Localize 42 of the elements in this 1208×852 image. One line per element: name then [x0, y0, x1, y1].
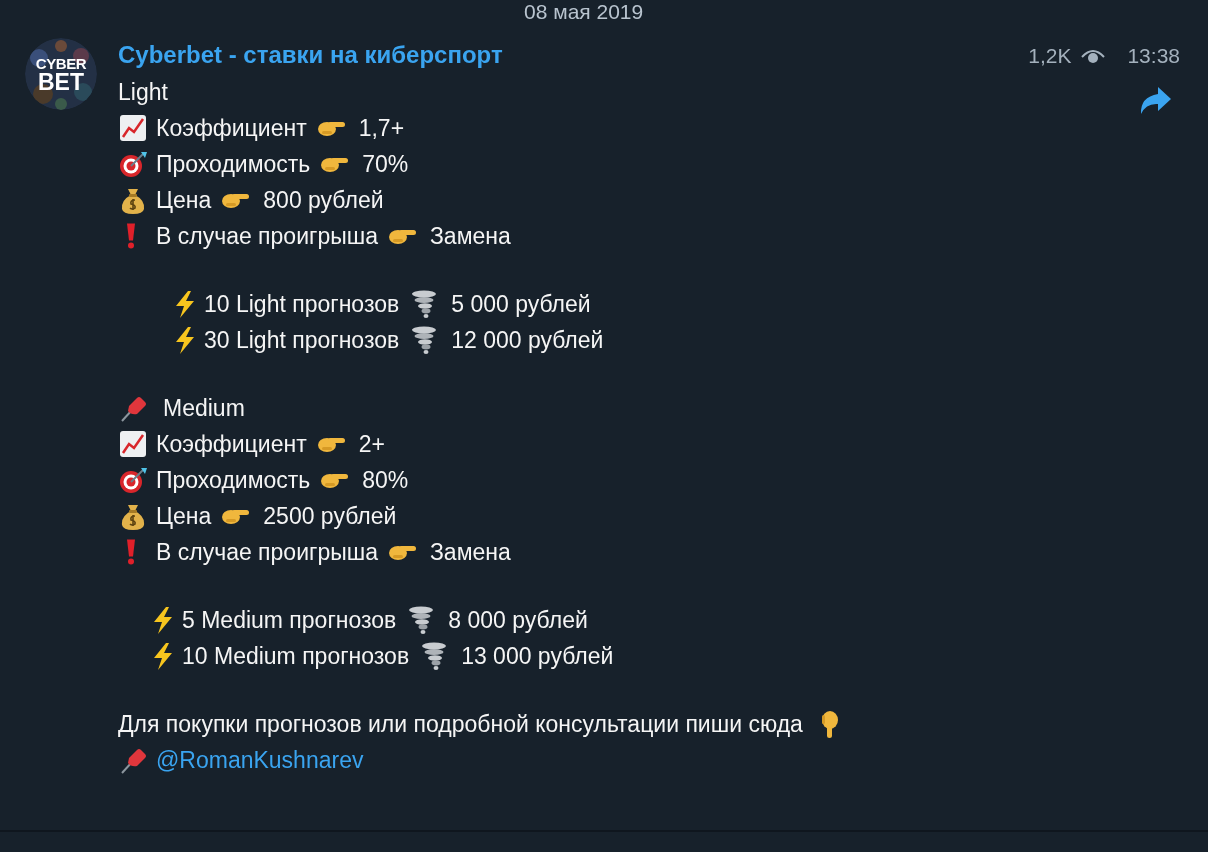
- contact-link[interactable]: @RomanKushnarev: [156, 742, 364, 778]
- package-label: 30 Light прогнозов: [204, 325, 400, 355]
- stat-label: В случае проигрыша: [156, 221, 378, 251]
- stat-value: Замена: [429, 537, 511, 567]
- channel-name[interactable]: Cyberbet - ставки на киберспорт: [118, 38, 503, 72]
- avatar-text: CYBER: [35, 55, 87, 71]
- tier-heading: Light: [118, 77, 168, 107]
- message-time: 13:38: [1127, 43, 1180, 69]
- chart-icon: [118, 429, 148, 459]
- stat-label: Проходимость: [156, 149, 311, 179]
- package-label: 10 Light прогнозов: [204, 289, 400, 319]
- view-count: 1,2K: [1028, 43, 1072, 69]
- package-label: 10 Medium прогнозов: [182, 641, 410, 671]
- exclamation-icon: [126, 222, 136, 250]
- package-price: 13 000 рублей: [461, 641, 614, 671]
- package-price: 8 000 рублей: [448, 605, 588, 635]
- exclamation-icon: [126, 538, 136, 566]
- package-price: 12 000 рублей: [451, 325, 604, 355]
- stat-label: В случае проигрыша: [156, 537, 378, 567]
- target-icon: [118, 149, 148, 179]
- eye-icon: [1081, 47, 1106, 64]
- stat-value: Замена: [429, 221, 511, 251]
- stat-label: Коэффициент: [156, 113, 307, 143]
- target-icon: [118, 465, 148, 495]
- stat-value: 800 рублей: [263, 185, 384, 215]
- stat-value: 80%: [362, 465, 409, 495]
- stat-value: 2+: [358, 429, 385, 459]
- stat-label: Коэффициент: [156, 429, 307, 459]
- date-header: 08 мая 2019: [524, 0, 644, 24]
- stat-value: 70%: [362, 149, 409, 179]
- stat-label: Цена: [156, 185, 212, 215]
- stat-value: 1,7+: [358, 113, 405, 143]
- stat-label: Цена: [156, 501, 212, 531]
- stat-value: 2500 рублей: [263, 501, 397, 531]
- package-price: 5 000 рублей: [451, 289, 591, 319]
- avatar-text: BET: [38, 70, 84, 93]
- share-button[interactable]: [1138, 85, 1172, 115]
- stat-label: Проходимость: [156, 465, 311, 495]
- tier-heading: Medium: [163, 393, 245, 423]
- message-text: Для покупки прогнозов или подробной консультации пиши сюда: [118, 709, 803, 739]
- package-label: 5 Medium прогнозов: [182, 605, 397, 635]
- chart-icon: [118, 113, 148, 143]
